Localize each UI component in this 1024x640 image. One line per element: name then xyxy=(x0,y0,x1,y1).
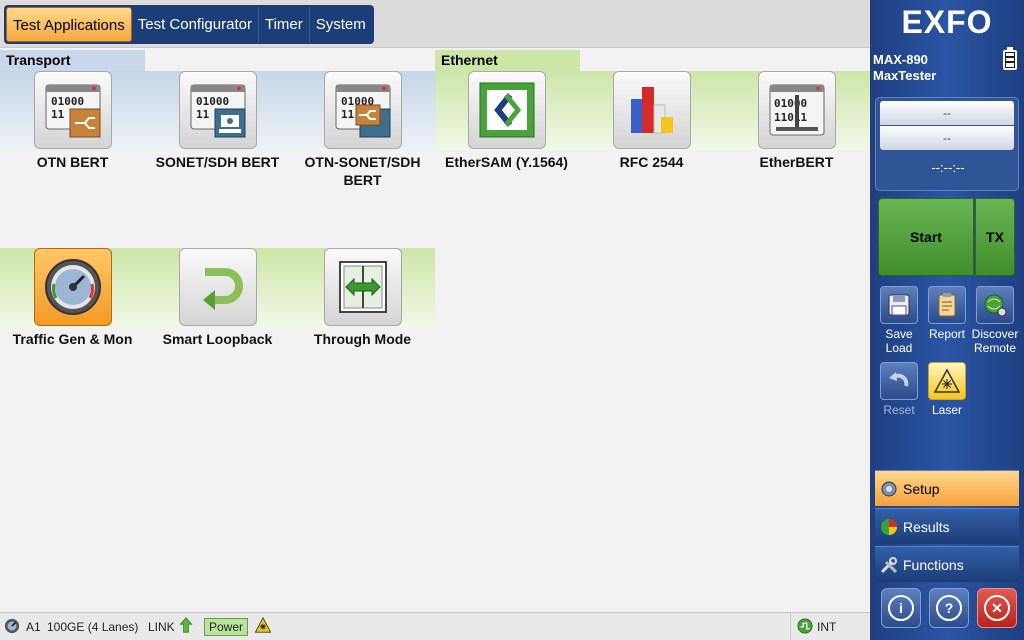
svg-text:11: 11 xyxy=(341,108,355,121)
rfc2544-chart-icon xyxy=(612,71,691,149)
report-clipboard-icon xyxy=(928,286,966,324)
port-label: A1 xyxy=(26,620,41,634)
app-otn-bert-label: OTN BERT xyxy=(36,154,109,170)
status-divider xyxy=(790,613,791,640)
right-sidebar: EXFO MAX-890 MaxTester -- -- --:--:-- St… xyxy=(870,0,1024,640)
reset-label: Reset xyxy=(883,403,915,417)
report-label: Report xyxy=(928,327,966,341)
gauge-icon xyxy=(33,248,112,326)
app-ethersam-label: EtherSAM (Y.1564) xyxy=(445,154,568,170)
floppy-disk-icon xyxy=(880,286,918,324)
section-ethernet-label: Ethernet xyxy=(435,50,580,71)
tab-system[interactable]: System xyxy=(310,7,372,42)
app-traffic-gen-mon-label: Traffic Gen & Mon xyxy=(12,331,133,347)
battery-icon xyxy=(1003,47,1017,70)
laser-button[interactable]: Laser xyxy=(921,362,973,417)
app-etherbert[interactable]: 01000 11011 EtherBERT xyxy=(724,71,869,171)
load-label: Load xyxy=(885,341,913,355)
save-label: Save xyxy=(885,327,913,341)
app-rfc2544-label: RFC 2544 xyxy=(619,154,684,170)
nav-functions[interactable]: Functions xyxy=(875,546,1019,582)
app-etherbert-label: EtherBERT xyxy=(759,154,834,170)
nav-functions-label: Functions xyxy=(903,557,964,573)
tab-timer[interactable]: Timer xyxy=(259,7,310,42)
svg-text:01000: 01000 xyxy=(196,95,229,108)
svg-text:11011: 11011 xyxy=(774,111,807,124)
app-otn-bert[interactable]: 01000 11 OTN BERT xyxy=(0,71,145,171)
nav-results-label: Results xyxy=(903,519,950,535)
tx-button[interactable]: TX xyxy=(975,198,1015,276)
start-button[interactable]: Start xyxy=(878,198,974,276)
nav-setup-label: Setup xyxy=(903,481,940,497)
laser-icon xyxy=(928,362,966,400)
discover-label: Discover xyxy=(971,327,1019,341)
tab-test-applications[interactable]: Test Applications xyxy=(6,7,132,42)
status-row-1: -- xyxy=(880,101,1014,125)
laser-label: Laser xyxy=(931,403,963,417)
status-bar: A1 100GE (4 Lanes) LINK Power INT xyxy=(0,612,870,640)
nav-setup[interactable]: Setup xyxy=(875,470,1019,506)
nav-results[interactable]: Results xyxy=(875,508,1019,544)
test-timer: --:--:-- xyxy=(931,160,965,175)
tab-test-configurator[interactable]: Test Configurator xyxy=(132,7,259,42)
app-through-mode[interactable]: Through Mode xyxy=(290,248,435,348)
tools-wrench-icon xyxy=(880,557,898,574)
app-otn-sonet-sdh-bert[interactable]: 01000 11 OTN-SONET/SDH BERT xyxy=(290,71,435,189)
main-tabs: Test Applications Test Configurator Time… xyxy=(4,5,374,44)
svg-text:01000: 01000 xyxy=(51,95,84,108)
save-load-button[interactable]: Save Load xyxy=(873,286,925,355)
link-up-arrow-icon xyxy=(179,617,193,633)
report-button[interactable]: Report xyxy=(921,286,973,341)
port-status-icon xyxy=(4,618,20,634)
app-rfc2544[interactable]: RFC 2544 xyxy=(579,71,724,171)
app-smart-loopback[interactable]: Smart Loopback xyxy=(145,248,290,348)
port-rate: 100GE (4 Lanes) xyxy=(47,620,139,634)
reset-undo-icon xyxy=(880,362,918,400)
close-icon: ✕ xyxy=(984,595,1010,621)
remote-label: Remote xyxy=(973,341,1017,355)
model-name: MaxTester xyxy=(873,68,937,83)
help-button[interactable]: ? xyxy=(929,588,969,628)
app-sonet-sdh-bert[interactable]: 01000 11 SONET/SDH BERT xyxy=(145,71,290,171)
svg-text:11: 11 xyxy=(196,108,210,121)
otn-bert-icon: 01000 11 xyxy=(33,71,112,149)
app-traffic-gen-mon[interactable]: Traffic Gen & Mon xyxy=(0,248,145,348)
sonet-sdh-bert-icon: 01000 11 xyxy=(178,71,257,149)
through-mode-icon xyxy=(323,248,402,326)
ethersam-icon xyxy=(467,71,546,149)
etherbert-icon: 01000 11011 xyxy=(757,71,836,149)
svg-text:01000: 01000 xyxy=(774,97,807,110)
discover-remote-button[interactable]: Discover Remote xyxy=(969,286,1021,355)
pie-chart-icon xyxy=(881,519,897,535)
test-applications-panel: Transport Ethernet 01000 11 OTN BERT 010… xyxy=(0,49,870,612)
device-model: MAX-890 MaxTester xyxy=(873,52,936,84)
power-badge: Power xyxy=(204,618,249,636)
info-button[interactable]: i xyxy=(881,588,921,628)
app-sonet-sdh-bert-label: SONET/SDH BERT xyxy=(155,154,280,170)
app-smart-loopback-label: Smart Loopback xyxy=(162,331,273,347)
loopback-arrow-icon xyxy=(178,248,257,326)
clock-source-label: INT xyxy=(817,620,837,634)
clock-source-icon xyxy=(797,618,813,634)
discover-remote-icon xyxy=(976,286,1014,324)
app-otn-sonet-sdh-bert-label: OTN-SONET/SDH BERT xyxy=(304,154,421,188)
close-button[interactable]: ✕ xyxy=(977,588,1017,628)
app-ethersam[interactable]: EtherSAM (Y.1564) xyxy=(434,71,579,171)
reset-button[interactable]: Reset xyxy=(873,362,925,417)
status-row-2: -- xyxy=(880,126,1014,150)
help-icon: ? xyxy=(936,595,962,621)
gear-icon xyxy=(881,481,897,497)
info-icon: i xyxy=(888,595,914,621)
otn-sonet-sdh-bert-icon: 01000 11 xyxy=(323,71,402,149)
exfo-logo: EXFO xyxy=(901,4,993,40)
model-number: MAX-890 xyxy=(873,52,928,67)
section-transport-label: Transport xyxy=(0,50,145,71)
app-through-mode-label: Through Mode xyxy=(313,331,412,347)
svg-text:11: 11 xyxy=(51,108,65,121)
tab-bar: Test Applications Test Configurator Time… xyxy=(0,0,870,48)
laser-warning-icon xyxy=(254,617,272,633)
test-status-box: -- -- --:--:-- xyxy=(875,97,1019,191)
link-label: LINK xyxy=(148,620,175,634)
